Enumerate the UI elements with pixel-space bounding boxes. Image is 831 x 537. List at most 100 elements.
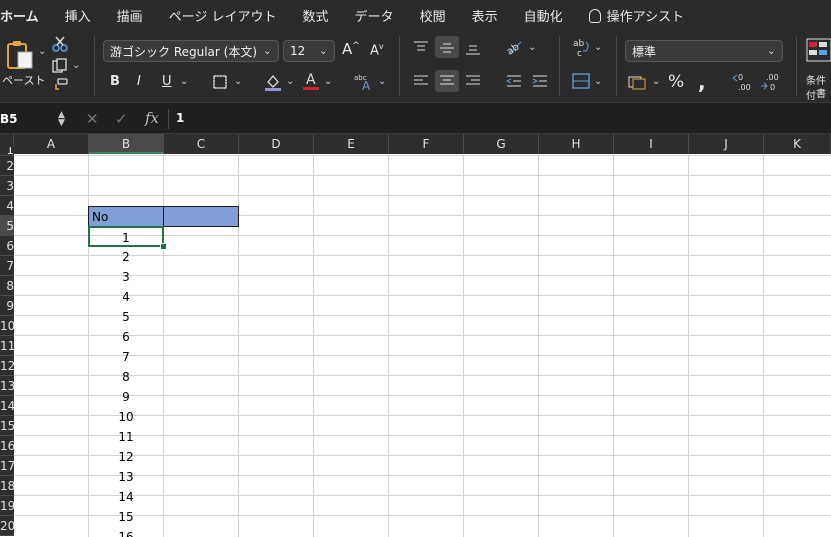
tab-data[interactable]: データ	[355, 6, 407, 25]
orientation-chevron-icon[interactable]: ⌄	[528, 42, 536, 53]
number-format-dropdown[interactable]: 標準 ⌄	[625, 40, 783, 62]
align-top-icon[interactable]	[413, 40, 429, 58]
cell-b13[interactable]: 9	[88, 387, 164, 407]
cell-b17[interactable]: 13	[88, 467, 164, 487]
row-header-20[interactable]: 20	[0, 516, 14, 536]
cell-c4[interactable]	[163, 206, 239, 227]
cut-icon[interactable]	[52, 36, 68, 56]
row-header-7[interactable]: 7	[0, 256, 14, 276]
underline-chevron-icon[interactable]: ⌄	[180, 76, 188, 87]
row-header-10[interactable]: 10	[0, 316, 14, 336]
column-header-i[interactable]: I	[614, 134, 689, 154]
spreadsheet-grid[interactable]: A B C D E F G H I J K 1 2 3 4 5 6 7 8 9 …	[0, 134, 831, 537]
column-header-e[interactable]: E	[314, 134, 389, 154]
cell-b11[interactable]: 7	[88, 347, 164, 367]
cell-b19[interactable]: 15	[88, 507, 164, 527]
row-header-16[interactable]: 16	[0, 436, 14, 456]
column-header-h[interactable]: H	[539, 134, 614, 154]
wrap-text-icon[interactable]: ab c	[572, 38, 592, 62]
phonetic-chevron-icon[interactable]: ⌄	[378, 76, 386, 87]
column-header-c[interactable]: C	[164, 134, 239, 154]
column-header-b[interactable]: B	[89, 134, 164, 154]
font-name-dropdown[interactable]: 游ゴシック Regular (本文) ⌄	[103, 40, 279, 62]
percent-style-icon[interactable]: %	[668, 72, 684, 92]
formula-input[interactable]: 1	[176, 111, 184, 125]
borders-chevron-icon[interactable]: ⌄	[234, 76, 242, 87]
tab-formulas[interactable]: 数式	[303, 6, 342, 25]
row-header-11[interactable]: 11	[0, 336, 14, 356]
bold-icon[interactable]: B	[110, 74, 120, 89]
orientation-icon[interactable]: ab	[505, 38, 523, 60]
cell-b12[interactable]: 8	[88, 367, 164, 387]
row-header-13[interactable]: 13	[0, 376, 14, 396]
increase-decimal-icon[interactable]: 0.00	[732, 72, 752, 96]
cell-b5-selected[interactable]: 1	[88, 226, 164, 247]
row-header-9[interactable]: 9	[0, 296, 14, 316]
cell-b20[interactable]: 16	[88, 527, 164, 537]
tab-page-layout[interactable]: ページ レイアウト	[169, 6, 290, 25]
row-header-14[interactable]: 14	[0, 396, 14, 416]
align-center-button[interactable]	[435, 70, 459, 92]
format-painter-icon[interactable]	[52, 78, 68, 98]
cell-b18[interactable]: 14	[88, 487, 164, 507]
align-right-icon[interactable]	[465, 74, 481, 92]
row-header-3[interactable]: 3	[0, 176, 14, 196]
cell-b14[interactable]: 10	[88, 407, 164, 427]
merge-center-icon[interactable]	[572, 72, 590, 94]
cell-b7[interactable]: 3	[88, 267, 164, 287]
merge-chevron-icon[interactable]: ⌄	[594, 76, 602, 87]
row-header-18[interactable]: 18	[0, 476, 14, 496]
paste-button[interactable]: ⌄	[4, 40, 46, 74]
tab-tell-me[interactable]: 操作アシスト	[588, 6, 697, 25]
tab-home[interactable]: ホーム	[0, 6, 52, 25]
increase-font-icon[interactable]: A^	[342, 40, 360, 58]
conditional-format-icon[interactable]	[806, 38, 831, 68]
name-box-stepper-icon[interactable]: ▲ ▼	[58, 111, 65, 128]
row-header-12[interactable]: 12	[0, 356, 14, 376]
tab-draw[interactable]: 描画	[117, 6, 156, 25]
font-color-chevron-icon[interactable]: ⌄	[324, 76, 332, 87]
column-header-a[interactable]: A	[14, 134, 89, 154]
decrease-indent-icon[interactable]	[505, 74, 522, 92]
cell-b10[interactable]: 6	[88, 327, 164, 347]
italic-icon[interactable]: I	[137, 74, 141, 89]
cell-b8[interactable]: 4	[88, 287, 164, 307]
column-header-k[interactable]: K	[764, 134, 831, 154]
font-size-dropdown[interactable]: 12 ⌄	[283, 40, 335, 62]
underline-icon[interactable]: U	[162, 74, 172, 89]
row-header-15[interactable]: 15	[0, 416, 14, 436]
row-header-19[interactable]: 19	[0, 496, 14, 516]
currency-format-icon[interactable]	[628, 74, 646, 94]
currency-chevron-icon[interactable]: ⌄	[652, 76, 660, 87]
fill-color-chevron-icon[interactable]: ⌄	[286, 76, 294, 87]
font-color-icon[interactable]: A	[302, 70, 320, 96]
insert-function-icon[interactable]: fx	[145, 109, 159, 127]
wrap-chevron-icon[interactable]: ⌄	[594, 42, 602, 53]
row-header-6[interactable]: 6	[0, 236, 14, 256]
row-header-5[interactable]: 5	[0, 216, 14, 236]
row-header-17[interactable]: 17	[0, 456, 14, 476]
comma-style-icon[interactable]: ,	[698, 70, 706, 94]
tab-insert[interactable]: 挿入	[65, 6, 104, 25]
tab-automate[interactable]: 自動化	[524, 6, 576, 25]
increase-indent-icon[interactable]	[532, 74, 548, 92]
align-middle-button[interactable]	[435, 36, 459, 58]
row-header-2[interactable]: 2	[0, 156, 14, 176]
decrease-font-icon[interactable]: Av	[370, 42, 384, 58]
cell-b6[interactable]: 2	[88, 247, 164, 267]
tab-review[interactable]: 校閲	[420, 6, 459, 25]
cell-b9[interactable]: 5	[88, 307, 164, 327]
cell-b4[interactable]: No	[88, 206, 164, 227]
align-left-icon[interactable]	[413, 74, 429, 92]
tab-view[interactable]: 表示	[472, 6, 511, 25]
cell-b15[interactable]: 11	[88, 427, 164, 447]
borders-icon[interactable]	[212, 74, 228, 94]
row-header-1[interactable]: 1	[0, 147, 14, 156]
phonetic-icon[interactable]: abc A	[354, 72, 376, 96]
column-header-f[interactable]: F	[389, 134, 464, 154]
fill-color-icon[interactable]	[264, 72, 282, 96]
copy-chevron-icon[interactable]: ⌄	[72, 60, 80, 71]
copy-icon[interactable]	[52, 58, 68, 78]
row-header-8[interactable]: 8	[0, 276, 14, 296]
column-header-g[interactable]: G	[464, 134, 539, 154]
